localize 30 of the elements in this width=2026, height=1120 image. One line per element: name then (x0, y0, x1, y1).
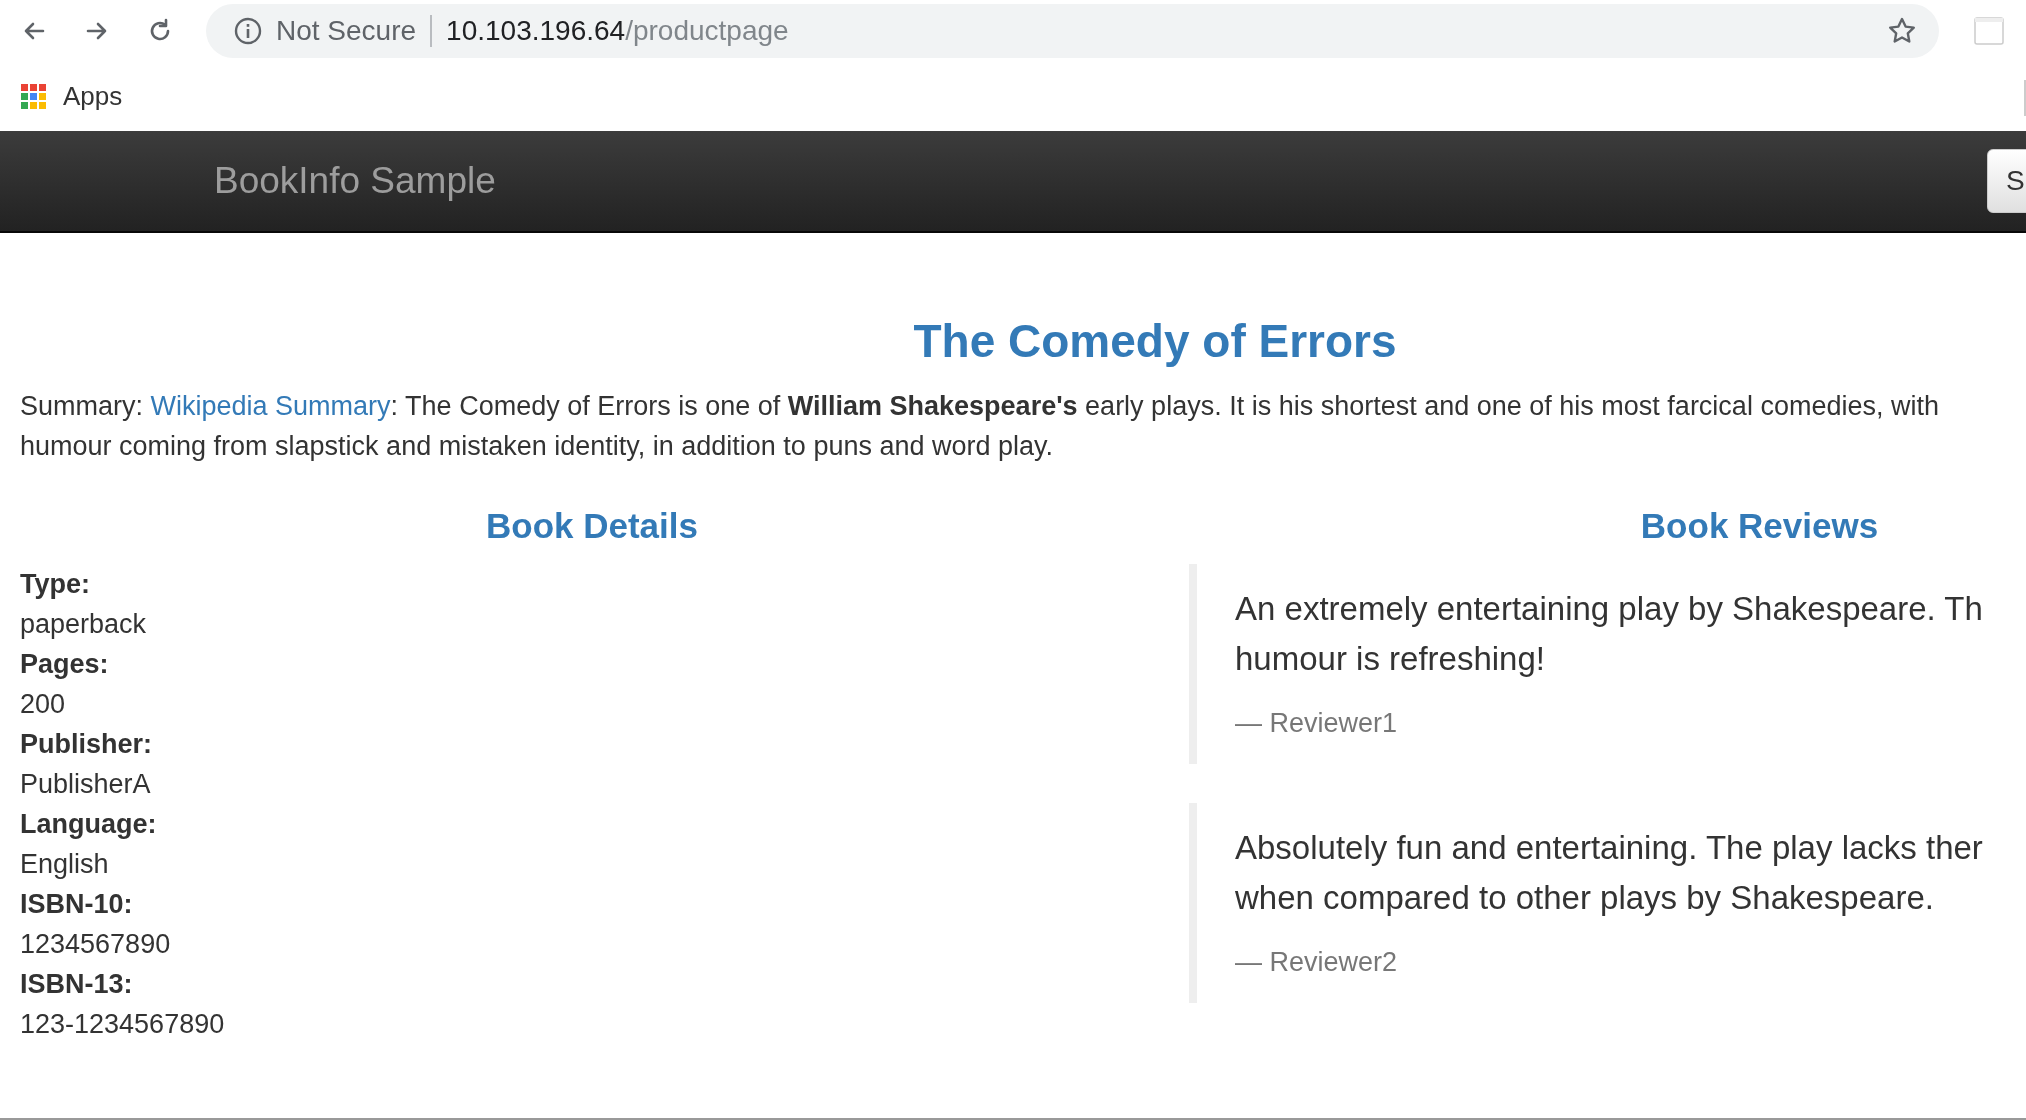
detail-label: Type: (20, 568, 90, 601)
book-title: The Comedy of Errors (912, 314, 1398, 369)
wikipedia-link[interactable]: Wikipedia Summary (150, 391, 391, 421)
section-heading: Book Details (485, 505, 699, 547)
section-heading: Book Reviews (1639, 505, 1880, 547)
reviewer-name: — Reviewer2 (1235, 946, 1398, 979)
detail-value: 1234567890 (20, 928, 171, 961)
review-text: Absolutely fun and entertaining. The play lacks ther when compared to other plays by Shakespeare. (1235, 828, 1984, 918)
apps-grid-icon (21, 83, 47, 110)
address-bar[interactable]: Not Secure 10.103.196.64/productpage (206, 4, 1939, 58)
detail-value: paperback (20, 608, 147, 641)
detail-value: English (20, 848, 109, 881)
detail-label: ISBN-13: (20, 968, 133, 1001)
url-text: 10.103.196.64/productpage (446, 15, 789, 47)
star-icon[interactable] (1887, 16, 1917, 46)
summary-text: Summary: Wikipedia Summary: The Comedy of Errors is one of William Shakespeare's early plays. It is his shortest and one of his most farcical comedies, with humour coming from slapstick and mistaken identity, in addition to puns and word play. (20, 390, 1940, 463)
info-icon[interactable] (234, 17, 262, 45)
detail-label: Publisher: (20, 728, 153, 761)
reviewer-name: — Reviewer1 (1235, 707, 1398, 740)
detail-label: Language: (20, 808, 157, 841)
detail-value: 123-1234567890 (20, 1008, 225, 1041)
review-text: An extremely entertaining play by Shakespeare. Th humour is refreshing! (1235, 589, 1984, 679)
detail-value: 200 (20, 688, 66, 721)
detail-label: ISBN-10: (20, 888, 133, 921)
brand-title[interactable]: BookInfo Sample (214, 160, 496, 202)
bookmark-item[interactable]: Apps (21, 81, 123, 112)
sign-in-button[interactable]: S (1987, 149, 2026, 213)
security-label: Not Secure (276, 15, 417, 47)
detail-label: Pages: (20, 648, 109, 681)
detail-value: PublisherA (20, 768, 151, 801)
